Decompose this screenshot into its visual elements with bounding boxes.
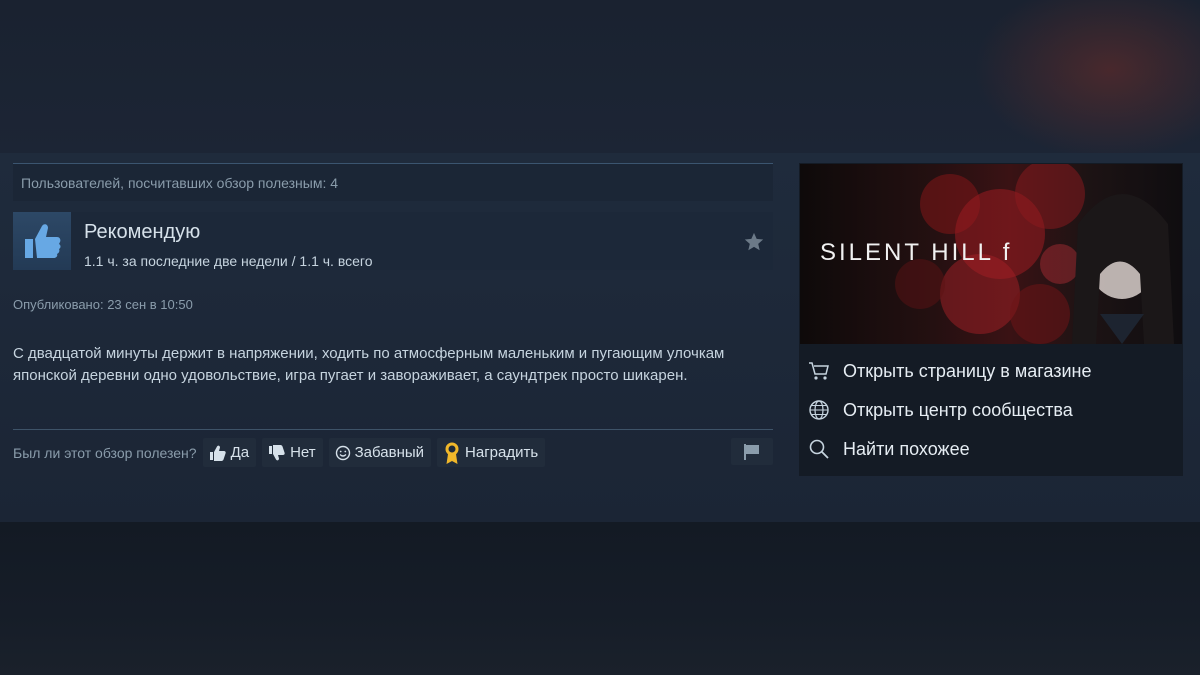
game-sidebar: SILENT HILL f Открыть страницу в магазин… — [799, 163, 1183, 476]
recommendation-header[interactable]: Рекомендую 1.1 ч. за последние две недел… — [13, 212, 773, 270]
award-label: Наградить — [465, 444, 539, 461]
find-similar-label: Найти похожее — [843, 438, 970, 459]
recommendation-title: Рекомендую — [84, 221, 201, 243]
community-hub-link[interactable]: Открыть центр сообщества — [807, 398, 1073, 422]
star-icon[interactable] — [743, 231, 765, 253]
flag-icon — [744, 443, 759, 460]
report-flag-button[interactable] — [731, 438, 773, 465]
game-title-text: SILENT HILL f — [820, 239, 1013, 266]
vote-funny-label: Забавный — [354, 444, 425, 461]
thumbs-up-badge — [13, 212, 71, 270]
game-title: SILENT HILL f — [820, 239, 1012, 267]
vote-funny-button[interactable]: Забавный — [328, 438, 432, 467]
posted-date: Опубликовано: 23 сен в 10:50 — [13, 297, 193, 312]
playtime-hours: 1.1 ч. за последние две недели / 1.1 ч. … — [84, 253, 373, 269]
vote-question: Был ли этот обзор полезен? — [13, 444, 197, 461]
award-button[interactable]: Наградить — [437, 438, 546, 467]
game-capsule-image[interactable]: SILENT HILL f — [800, 164, 1182, 344]
vote-no-button[interactable]: Нет — [262, 438, 323, 467]
helpful-count-bar: Пользователей, посчитавших обзор полезны… — [13, 163, 773, 201]
footer-background — [0, 522, 1200, 675]
helpful-count-text: Пользователей, посчитавших обзор полезны… — [21, 175, 339, 191]
community-hub-label: Открыть центр сообщества — [843, 399, 1073, 420]
header-background — [0, 0, 1200, 153]
thumbs-down-icon — [269, 444, 285, 460]
review-body: С двадцатой минуты держит в напряжении, … — [13, 345, 725, 384]
globe-icon — [807, 398, 831, 422]
vote-no-label: Нет — [290, 444, 316, 461]
thumbs-up-icon — [209, 445, 226, 461]
vote-yes-label: Да — [230, 444, 250, 461]
vote-yes-button[interactable]: Да — [202, 438, 257, 467]
vote-controls: Был ли этот обзор полезен? Да Нет Забавн… — [13, 438, 551, 467]
search-icon — [807, 437, 831, 461]
award-icon — [445, 442, 459, 464]
smiley-icon — [335, 445, 350, 460]
divider — [13, 429, 773, 430]
find-similar-link[interactable]: Найти похожее — [807, 437, 970, 461]
store-page-link[interactable]: Открыть страницу в магазине — [807, 359, 1091, 383]
thumbs-up-icon — [25, 224, 61, 258]
store-page-label: Открыть страницу в магазине — [843, 360, 1092, 381]
cart-icon — [807, 359, 831, 383]
